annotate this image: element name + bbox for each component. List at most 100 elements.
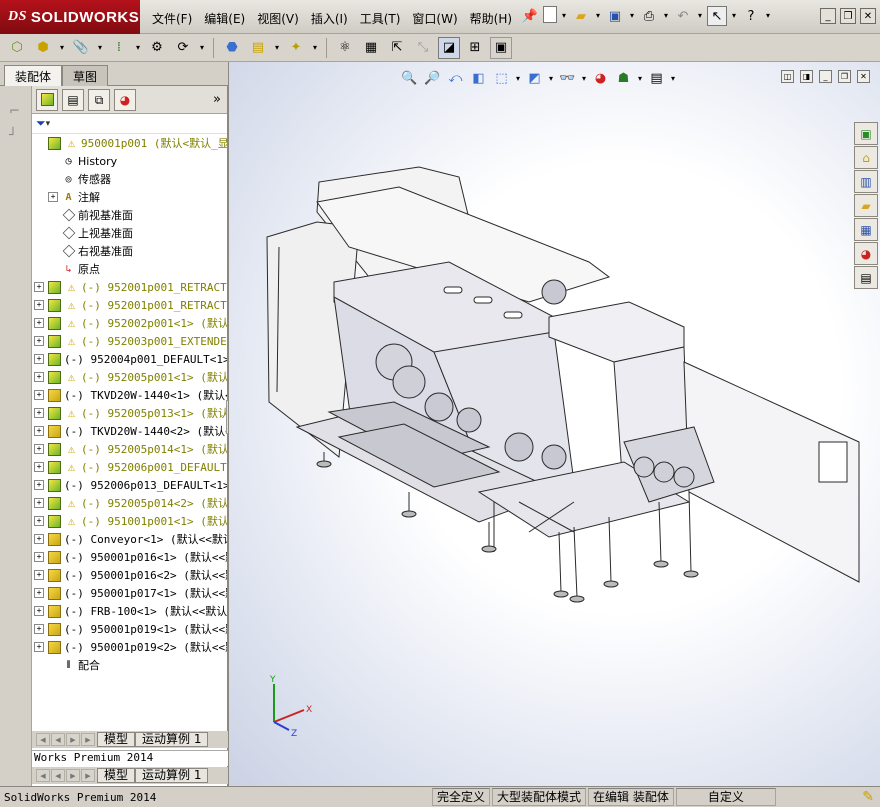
expand-toggle-icon[interactable]: + <box>34 336 44 346</box>
new-motion-study-icon[interactable]: ⚛ <box>334 37 356 59</box>
undo-icon[interactable]: ↶ <box>673 6 693 26</box>
expand-toggle-icon[interactable]: + <box>34 606 44 616</box>
tree-item[interactable]: + ⚠ (-) 952002p001<1> (默认 <box>34 314 227 332</box>
move-component-icon[interactable]: ⟳ <box>172 37 194 59</box>
panel-expand-more[interactable]: » <box>213 92 221 107</box>
menu-item-0[interactable]: 文件(F) <box>146 8 198 29</box>
appearances-icon[interactable]: ◕ <box>854 242 878 265</box>
tree-item[interactable]: + ⚠ (-) 952001p001_RETRACTE <box>34 278 227 296</box>
mate-icon[interactable]: 📎 <box>70 37 92 59</box>
graphics-area[interactable]: 🔍 🔎 ⤺ ◧ ⬚ ▾ ◩ ▾ 👓 ▾ ◕ ☗ ▾ ▤ ▾ ◫ ◨ _ ❐ ✕ <box>228 62 880 786</box>
tree-item[interactable]: + (-) 952004p001_DEFAULT<1> <box>34 350 227 368</box>
dropdown-arrow-icon[interactable]: ▾ <box>696 6 704 26</box>
tree-item[interactable]: + (-) 950001p019<1> (默认<<默 <box>34 620 227 638</box>
file-explorer-icon[interactable]: ▰ <box>854 194 878 217</box>
expand-toggle-icon[interactable]: + <box>34 570 44 580</box>
bill-of-materials-icon[interactable]: ▦ <box>360 37 382 59</box>
tab-model[interactable]: 模型 <box>97 732 136 747</box>
reference-geometry-icon[interactable]: ✦ <box>285 37 307 59</box>
clearance-verification-icon[interactable]: ⊞ <box>464 37 486 59</box>
tree-item[interactable]: ↳ 原点 <box>34 260 227 278</box>
tree-item[interactable]: + A 注解 <box>34 188 227 206</box>
view-palette-icon[interactable]: ▦ <box>854 218 878 241</box>
tree-item[interactable]: + (-) 952006p013_DEFAULT<1> <box>34 476 227 494</box>
expand-toggle-icon[interactable]: + <box>34 408 44 418</box>
tab-sketch[interactable]: 草图 <box>62 65 109 86</box>
expand-toggle-icon[interactable]: + <box>34 390 44 400</box>
prev-tab-icon[interactable]: ◀ <box>51 769 65 782</box>
tree-item[interactable]: + (-) 950001p017<1> (默认<<默 <box>34 584 227 602</box>
status-units[interactable]: 自定义 <box>675 788 776 806</box>
expand-toggle-icon[interactable]: + <box>34 444 44 454</box>
expand-toggle-icon[interactable]: + <box>34 642 44 652</box>
tab-motion-study-1-lower[interactable]: 运动算例 1 <box>135 768 209 783</box>
first-tab-icon[interactable]: ◀ <box>36 769 50 782</box>
property-manager-icon[interactable]: ▤ <box>62 88 84 111</box>
sidebar-flyout-icon[interactable]: ⌐ <box>9 104 20 119</box>
menu-item-6[interactable]: 帮助(H) <box>464 8 518 29</box>
new-document-icon[interactable] <box>543 6 557 23</box>
expand-toggle-icon[interactable]: + <box>34 354 44 364</box>
solidworks-logo[interactable]: DS SOLIDWORKS <box>0 0 140 34</box>
smart-fasteners-icon[interactable]: ⚙ <box>146 37 168 59</box>
expand-toggle-icon[interactable]: + <box>34 552 44 562</box>
dropdown-arrow-icon[interactable]: ▾ <box>628 6 636 26</box>
configuration-manager-icon[interactable]: ⧉ <box>88 88 110 111</box>
dropdown-arrow-icon[interactable]: ▾ <box>58 37 66 59</box>
prev-tab-icon[interactable]: ◀ <box>51 733 65 746</box>
dropdown-arrow-icon[interactable]: ▾ <box>560 6 568 26</box>
filter-dropdown[interactable]: ▾ <box>46 119 51 129</box>
edit-component-icon[interactable]: ⬡ <box>6 37 28 59</box>
dropdown-arrow-icon[interactable]: ▾ <box>311 37 319 59</box>
help-icon[interactable]: ? <box>741 6 761 26</box>
tree-item[interactable]: + ⚠ (-) 952005p001<1> (默认 <box>34 368 227 386</box>
menu-item-2[interactable]: 视图(V) <box>251 8 305 29</box>
tree-item[interactable]: ⚠ 950001p001 (默认<默认_显示 <box>34 134 227 152</box>
expand-toggle-icon[interactable]: + <box>34 372 44 382</box>
expand-toggle-icon[interactable]: + <box>34 426 44 436</box>
last-tab-icon[interactable]: ▶ <box>81 733 95 746</box>
minimize-icon[interactable]: _ <box>820 8 836 24</box>
expand-toggle-icon[interactable]: + <box>48 192 58 202</box>
expand-toggle-icon[interactable]: + <box>34 318 44 328</box>
expand-toggle-icon[interactable]: + <box>34 480 44 490</box>
next-tab-icon[interactable]: ▶ <box>66 769 80 782</box>
dropdown-arrow-icon[interactable]: ▾ <box>764 6 772 26</box>
menu-item-1[interactable]: 编辑(E) <box>198 8 251 29</box>
expand-toggle-icon[interactable]: + <box>34 300 44 310</box>
expand-toggle-icon[interactable]: + <box>34 462 44 472</box>
expand-toggle-icon[interactable]: + <box>34 282 44 292</box>
close-icon[interactable]: ✕ <box>860 8 876 24</box>
expand-toggle-icon[interactable]: + <box>34 516 44 526</box>
menu-item-3[interactable]: 插入(I) <box>305 8 354 29</box>
tab-motion-study-1[interactable]: 运动算例 1 <box>135 732 209 747</box>
tree-item[interactable]: + ⚠ (-) 952005p014<2> (默认 <box>34 494 227 512</box>
menu-item-5[interactable]: 窗口(W) <box>406 8 463 29</box>
select-arrow-icon[interactable]: ↖ <box>707 6 727 26</box>
filter-icon[interactable]: ⏷ <box>36 116 46 131</box>
tree-item[interactable]: + ⚠ (-) 951001p001<1> (默认 <box>34 512 227 530</box>
show-hidden-icon[interactable]: ⬣ <box>221 37 243 59</box>
tree-item[interactable]: + ⚠ (-) 952006p001_DEFAULT< <box>34 458 227 476</box>
tab-assembly[interactable]: 装配体 <box>4 65 63 86</box>
tree-item[interactable]: + ⚠ (-) 952005p013<1> (默认 <box>34 404 227 422</box>
custom-properties-icon[interactable]: ▤ <box>854 266 878 289</box>
sidebar-flyout-icon-2[interactable]: ┘ <box>9 128 17 143</box>
feature-manager-icon[interactable] <box>36 88 58 111</box>
home-icon[interactable]: ⌂ <box>854 146 878 169</box>
display-manager-icon[interactable]: ◕ <box>114 88 136 111</box>
tree-item[interactable]: + (-) TKVD20W-1440<2> (默认< <box>34 422 227 440</box>
tree-item[interactable]: + (-) Conveyor<1> (默认<<默认 <box>34 530 227 548</box>
dropdown-arrow-icon[interactable]: ▾ <box>594 6 602 26</box>
expand-toggle-icon[interactable]: + <box>34 588 44 598</box>
insert-components-icon[interactable]: ⬢ <box>32 37 54 59</box>
restore-icon[interactable]: ❐ <box>840 8 856 24</box>
first-tab-icon[interactable]: ◀ <box>36 733 50 746</box>
tree-item[interactable]: + ⚠ (-) 952003p001_EXTENDED <box>34 332 227 350</box>
expand-toggle-icon[interactable]: + <box>34 534 44 544</box>
tree-item[interactable]: 前视基准面 <box>34 206 227 224</box>
tree-item[interactable]: + (-) 950001p016<1> (默认<<默 <box>34 548 227 566</box>
tree-item[interactable]: ⫴ 配合 <box>34 656 227 674</box>
expand-toggle-icon[interactable]: + <box>34 498 44 508</box>
expand-toggle-icon[interactable]: + <box>34 624 44 634</box>
